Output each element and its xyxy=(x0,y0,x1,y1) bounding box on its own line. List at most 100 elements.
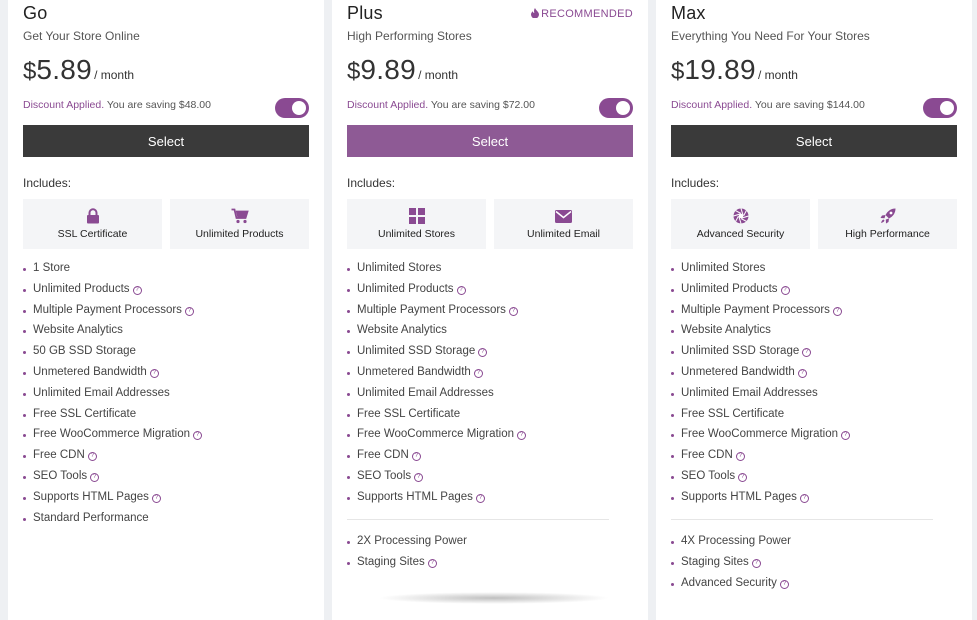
help-icon[interactable]: ? xyxy=(799,493,809,503)
list-item-label: Free SSL Certificate xyxy=(681,407,785,420)
list-item-label: Supports HTML Pages xyxy=(681,490,797,503)
help-icon[interactable]: ? xyxy=(411,452,421,462)
help-icon[interactable]: ? xyxy=(735,452,745,462)
help-icon[interactable]: ? xyxy=(151,493,161,503)
list-item-label: Unlimited Email Addresses xyxy=(681,386,818,399)
help-icon[interactable]: ? xyxy=(149,368,159,378)
select-button-go[interactable]: Select xyxy=(23,125,309,157)
list-item: Unmetered Bandwidth? xyxy=(347,366,633,387)
help-icon[interactable]: ? xyxy=(797,368,807,378)
help-icon[interactable]: ? xyxy=(184,306,194,316)
list-item: Free SSL Certificate xyxy=(347,408,633,429)
cart-icon xyxy=(170,208,309,224)
help-icon[interactable]: ? xyxy=(90,472,100,482)
price-period: / month xyxy=(418,68,459,82)
help-icon[interactable]: ? xyxy=(414,472,424,482)
includes-label: Includes: xyxy=(23,176,72,190)
feature-list: Unlimited Stores Unlimited Products? Multi… xyxy=(347,262,633,512)
discount-text: You are saving $144.00 xyxy=(754,99,865,111)
list-item: Supports HTML Pages? xyxy=(671,491,957,512)
select-button-max[interactable]: Select xyxy=(671,125,957,157)
list-item: Unlimited Email Addresses xyxy=(671,387,957,408)
list-item-label: Website Analytics xyxy=(357,324,447,337)
feature-unlimited-email: Unlimited Email xyxy=(494,199,633,249)
help-icon[interactable]: ? xyxy=(193,431,203,441)
price-amount: 5.89 xyxy=(36,54,93,85)
help-icon[interactable]: ? xyxy=(832,306,842,316)
discount-text: You are saving $72.00 xyxy=(430,99,535,111)
list-item: Staging Sites? xyxy=(671,556,957,577)
rocket-icon xyxy=(818,208,957,224)
list-item-label: SEO Tools xyxy=(681,469,736,482)
list-item: Unlimited Stores xyxy=(671,262,957,283)
list-item-label: Unlimited Stores xyxy=(357,262,442,274)
list-item-label: Unlimited Products xyxy=(33,282,130,295)
list-item: Free SSL Certificate xyxy=(671,408,957,429)
list-item: Unmetered Bandwidth? xyxy=(671,366,957,387)
help-icon[interactable]: ? xyxy=(841,431,851,441)
list-item-label: 50 GB SSD Storage xyxy=(33,345,136,358)
help-icon[interactable]: ? xyxy=(456,285,466,295)
price-period: / month xyxy=(94,68,135,82)
list-item-label: 1 Store xyxy=(33,262,71,274)
list-item-label: Supports HTML Pages xyxy=(33,490,149,503)
toggle-knob xyxy=(940,101,954,115)
list-item: 2X Processing Power xyxy=(347,535,633,556)
list-item-label: Unlimited SSD Storage xyxy=(357,345,476,358)
list-item: Free CDN? xyxy=(671,449,957,470)
envelope-icon xyxy=(494,208,633,224)
plan-tagline: Everything You Need For Your Stores xyxy=(671,29,870,43)
list-item-label: Unlimited Email Addresses xyxy=(357,386,494,399)
help-icon[interactable]: ? xyxy=(780,285,790,295)
list-item: Multiple Payment Processors? xyxy=(347,304,633,325)
help-icon[interactable]: ? xyxy=(779,579,789,589)
help-icon[interactable]: ? xyxy=(751,558,761,568)
help-icon[interactable]: ? xyxy=(475,493,485,503)
list-item-label: Multiple Payment Processors xyxy=(681,303,830,316)
toggle-knob xyxy=(616,101,630,115)
discount-label: Discount Applied. xyxy=(671,99,753,111)
list-item: Unlimited Email Addresses xyxy=(347,387,633,408)
list-item-label: Multiple Payment Processors xyxy=(357,303,506,316)
discount-toggle[interactable] xyxy=(923,98,957,118)
list-item-label: Website Analytics xyxy=(681,324,771,337)
help-icon[interactable]: ? xyxy=(132,285,142,295)
feature-label: Unlimited Products xyxy=(195,228,284,240)
discount-note: Discount Applied. You are saving $144.00 xyxy=(671,99,865,111)
list-item-label: Free WooCommerce Migration xyxy=(33,428,191,441)
help-icon[interactable]: ? xyxy=(478,348,488,358)
list-item-label: Staging Sites xyxy=(357,555,425,568)
currency-symbol: $ xyxy=(23,58,37,85)
list-item-label: Multiple Payment Processors xyxy=(33,303,182,316)
list-item: Free SSL Certificate xyxy=(23,408,309,429)
help-icon[interactable]: ? xyxy=(87,452,97,462)
list-item: SEO Tools? xyxy=(671,470,957,491)
plan-card-go: Go Get Your Store Online $5.89/ month Di… xyxy=(8,0,324,620)
list-item-label: Supports HTML Pages xyxy=(357,490,473,503)
list-item-label: Free CDN xyxy=(681,449,733,462)
extra-feature-list: 4X Processing Power Staging Sites? Advance… xyxy=(671,535,957,597)
list-item: Free CDN? xyxy=(23,449,309,470)
select-button-plus[interactable]: Select xyxy=(347,125,633,157)
plan-card-max: Max Everything You Need For Your Stores … xyxy=(656,0,972,620)
list-divider xyxy=(347,519,609,520)
list-item-label: Free WooCommerce Migration xyxy=(681,428,839,441)
price-period: / month xyxy=(757,68,798,82)
feature-label: High Performance xyxy=(845,228,930,240)
discount-toggle[interactable] xyxy=(599,98,633,118)
plan-tagline: Get Your Store Online xyxy=(23,29,140,43)
plan-name: Go xyxy=(23,3,48,23)
list-item-label: Advanced Security xyxy=(681,576,777,589)
plan-tagline: High Performing Stores xyxy=(347,29,472,43)
discount-toggle[interactable] xyxy=(275,98,309,118)
feature-list: 1 Store Unlimited Products? Multiple Payme… xyxy=(23,262,309,532)
help-icon[interactable]: ? xyxy=(738,472,748,482)
help-icon[interactable]: ? xyxy=(473,368,483,378)
help-icon[interactable]: ? xyxy=(427,558,437,568)
help-icon[interactable]: ? xyxy=(508,306,518,316)
help-icon[interactable]: ? xyxy=(802,348,812,358)
list-item: Website Analytics xyxy=(23,324,309,345)
currency-symbol: $ xyxy=(347,58,361,85)
help-icon[interactable]: ? xyxy=(517,431,527,441)
list-item: Website Analytics xyxy=(671,324,957,345)
